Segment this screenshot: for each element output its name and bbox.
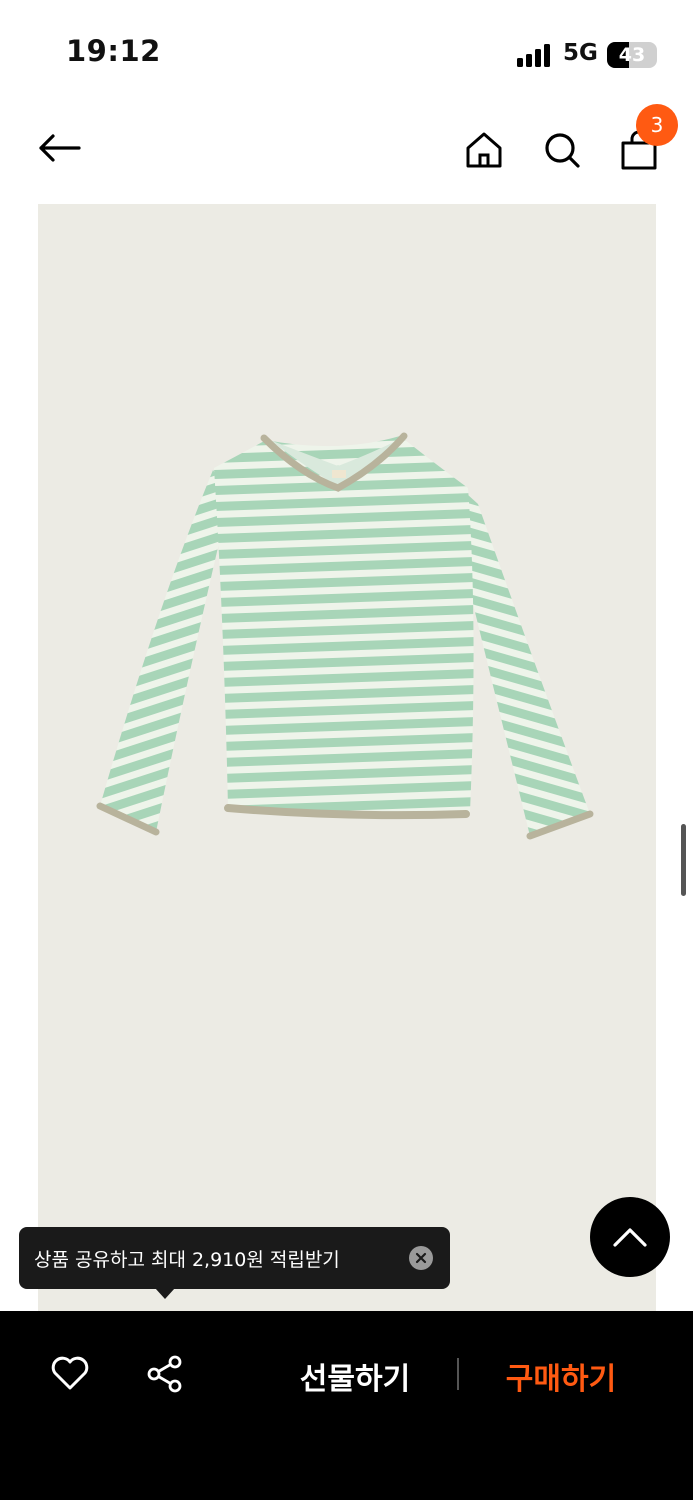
signal-icon: [517, 43, 553, 67]
search-button[interactable]: [538, 126, 586, 174]
home-button[interactable]: [460, 126, 508, 174]
network-type: 5G: [563, 40, 598, 66]
heart-icon: [51, 1356, 89, 1390]
tooltip-arrow: [155, 1288, 175, 1299]
bottom-action-bar: 선물하기 구매하기: [0, 1311, 693, 1500]
share-button[interactable]: [144, 1353, 186, 1395]
share-icon: [147, 1355, 182, 1393]
back-button[interactable]: [30, 126, 88, 170]
share-reward-tooltip: 상품 공유하고 최대 2,910원 적립받기: [19, 1227, 450, 1289]
search-icon: [545, 133, 580, 168]
scroll-to-top-button[interactable]: [590, 1197, 670, 1277]
divider: [457, 1358, 459, 1390]
buy-button[interactable]: 구매하기: [488, 1351, 634, 1401]
battery-icon: 43: [607, 42, 657, 68]
close-icon[interactable]: [409, 1246, 433, 1270]
status-bar: 19:12 5G 43: [0, 0, 693, 100]
tooltip-text: 상품 공유하고 최대 2,910원 적립받기: [34, 1248, 340, 1271]
scroll-indicator[interactable]: [681, 824, 686, 896]
status-time: 19:12: [66, 34, 161, 68]
like-button[interactable]: [48, 1353, 92, 1393]
top-nav: [0, 100, 693, 200]
chevron-up-icon: [613, 1228, 647, 1247]
home-icon: [466, 132, 502, 168]
arrow-left-icon: [39, 134, 81, 162]
product-image[interactable]: [38, 204, 656, 1312]
gift-button[interactable]: 선물하기: [280, 1351, 430, 1401]
product-photo: [96, 432, 594, 840]
battery-percent: 43: [618, 44, 646, 66]
cart-count-badge: 3: [636, 104, 678, 146]
